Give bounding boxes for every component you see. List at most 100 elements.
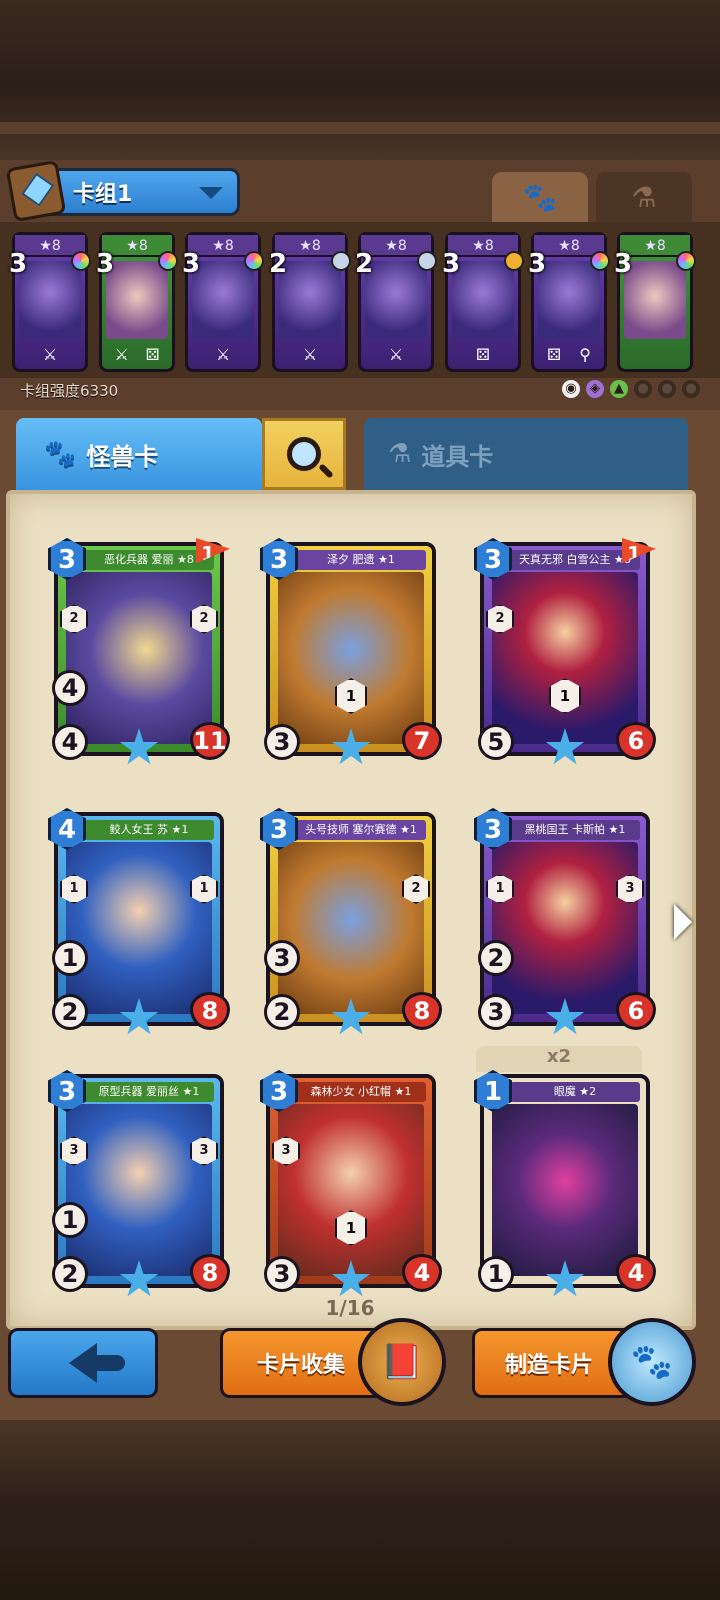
card-attack-stat: 4: [52, 724, 88, 760]
filter-dark-icon[interactable]: ●: [634, 380, 652, 398]
card-speed-stat: 4: [52, 670, 88, 706]
deck-card-cost: 3: [9, 249, 28, 279]
deck-card[interactable]: ★8 3 ⚄: [442, 232, 524, 372]
deck-card-cost: 3: [442, 249, 461, 279]
tab-monster-deck[interactable]: 🐾: [492, 172, 588, 222]
deck-card-art: [106, 261, 168, 339]
tab-monster-cards[interactable]: 🐾 怪兽卡: [16, 418, 262, 490]
card-frame: 森林少女 小红帽 ★1: [270, 1078, 432, 1284]
rarity-gem-icon: [590, 251, 610, 271]
paw-icon: 🐾: [44, 439, 77, 469]
deck-card[interactable]: ★8 3 ⚔: [182, 232, 264, 372]
card-tag-icon: ⚔: [42, 344, 58, 364]
card-frame: 黑桃国王 卡斯帕 ★1: [484, 816, 646, 1022]
monster-card[interactable]: 头号技师 塞尔赛德 ★1 3 2 3 2 8: [260, 808, 442, 1035]
rarity-gem-icon: [504, 251, 524, 271]
filter-purple-icon[interactable]: ◈: [586, 380, 604, 398]
monster-card[interactable]: 眼魔 ★2 1 1 4: [474, 1070, 656, 1297]
deck-name: 卡组1: [73, 182, 133, 207]
card-title: 森林少女 小红帽 ★1: [296, 1082, 426, 1102]
bottom-wood-border: [0, 1420, 720, 1600]
filter-dark-icon[interactable]: ●: [682, 380, 700, 398]
deck-card-art: [365, 261, 427, 339]
back-button[interactable]: [8, 1328, 158, 1398]
deck-card[interactable]: ★8 2 ⚔: [355, 232, 437, 372]
monster-card[interactable]: 泽夕 肥遗 ★1 3 1 3 7: [260, 538, 442, 765]
card-tag-icon: ⚔: [215, 344, 231, 364]
card-attack-stat: 3: [478, 994, 514, 1030]
card-duplicate-count: x2: [476, 1046, 642, 1072]
rarity-gem-icon: [244, 251, 264, 271]
paw-jar-icon[interactable]: 🐾: [608, 1318, 696, 1406]
card-art: [66, 842, 212, 1014]
monster-card[interactable]: 恶化兵器 爱丽 ★8 3 1 2 2 4 4 11: [48, 538, 230, 765]
deck-card-tags: [624, 343, 686, 365]
search-button[interactable]: [262, 418, 346, 490]
tab-item-deck[interactable]: ⚗: [596, 172, 692, 222]
card-tag-icon: ⚄: [476, 344, 490, 364]
card-attack-stat: 3: [264, 724, 300, 760]
potion-icon: ⚗: [631, 180, 657, 214]
deck-card-art: [192, 261, 254, 339]
filter-all-icon[interactable]: ◉: [562, 380, 580, 398]
tab-items-label: 道具卡: [421, 442, 494, 471]
card-title: 原型兵器 爱丽丝 ★1: [84, 1082, 214, 1102]
potion-icon: ⚗: [388, 439, 412, 469]
tab-monster-label: 怪兽卡: [86, 442, 159, 471]
monster-card[interactable]: 鲛人女王 苏 ★1 4 1 1 1 2 8: [48, 808, 230, 1035]
deck-card[interactable]: ★8 3: [614, 232, 696, 372]
craft-card-label: 制造卡片: [505, 1353, 594, 1378]
deck-card-cost: 2: [269, 249, 288, 279]
card-art: [492, 842, 638, 1014]
card-frame: 眼魔 ★2: [484, 1078, 646, 1284]
card-tag-icon: ⚄: [547, 344, 561, 364]
deck-card-cost: 3: [614, 249, 633, 279]
paw-icon: 🐾: [522, 180, 558, 214]
deck-card-tags: ⚔: [19, 343, 81, 365]
card-frame: 泽夕 肥遗 ★1: [270, 546, 432, 752]
deck-card[interactable]: ★8 2 ⚔: [269, 232, 351, 372]
monster-card[interactable]: 森林少女 小红帽 ★1 3 3 1 3 4: [260, 1070, 442, 1297]
deck-card-tags: ⚔: [365, 343, 427, 365]
card-frame: 头号技师 塞尔赛德 ★1: [270, 816, 432, 1022]
card-speed-stat: 1: [52, 1202, 88, 1238]
deck-card-art: [279, 261, 341, 339]
deck-card-cost: 3: [96, 249, 115, 279]
rarity-gem-icon: [676, 251, 696, 271]
top-wood-border: [0, 0, 720, 160]
card-book-icon[interactable]: 📕: [358, 1318, 446, 1406]
deck-card-tags: ⚄ ⚲: [538, 343, 600, 365]
card-title: 天真无邪 白雪公主 ★8: [510, 550, 640, 570]
deck-card[interactable]: ★8 3 ⚔ ⚄: [96, 232, 178, 372]
card-title: 泽夕 肥遗 ★1: [296, 550, 426, 570]
next-page-arrow-icon[interactable]: [674, 904, 692, 940]
card-title: 头号技师 塞尔赛德 ★1: [296, 820, 426, 840]
deck-card-tags: ⚔ ⚄: [106, 343, 168, 365]
card-speed-stat: 1: [52, 940, 88, 976]
monster-card[interactable]: 原型兵器 爱丽丝 ★1 3 3 3 1 2 8: [48, 1070, 230, 1297]
monster-card[interactable]: 黑桃国王 卡斯帕 ★1 3 1 3 2 3 6: [474, 808, 656, 1035]
tab-item-cards[interactable]: ⚗ 道具卡: [364, 418, 688, 490]
deck-card-art: [538, 261, 600, 339]
back-arrow-icon: [69, 1343, 125, 1383]
card-tag-icon: ⚔: [302, 344, 318, 364]
card-attack-stat: 1: [478, 1256, 514, 1292]
deck-card[interactable]: ★8 3 ⚔: [9, 232, 91, 372]
card-art: [492, 572, 638, 744]
filter-dark-icon[interactable]: ●: [658, 380, 676, 398]
page-indicator: 1/16: [325, 1296, 375, 1320]
card-art: [278, 1104, 424, 1276]
card-art: [66, 1104, 212, 1276]
deck-book-icon: [5, 159, 67, 223]
card-attack-stat: 2: [52, 1256, 88, 1292]
deck-filter-icons[interactable]: ◉ ◈ ▲ ● ● ●: [562, 380, 700, 398]
card-tag-icon: ⚔: [114, 344, 129, 364]
card-art: [66, 572, 212, 744]
filter-green-icon[interactable]: ▲: [610, 380, 628, 398]
monster-card[interactable]: 天真无邪 白雪公主 ★8 3 1 2 1 5 6: [474, 538, 656, 765]
deck-card[interactable]: ★8 3 ⚄ ⚲: [528, 232, 610, 372]
card-frame: 原型兵器 爱丽丝 ★1: [58, 1078, 220, 1284]
deck-card-tags: ⚔: [192, 343, 254, 365]
card-speed-stat: 3: [264, 940, 300, 976]
card-attack-stat: 2: [264, 994, 300, 1030]
